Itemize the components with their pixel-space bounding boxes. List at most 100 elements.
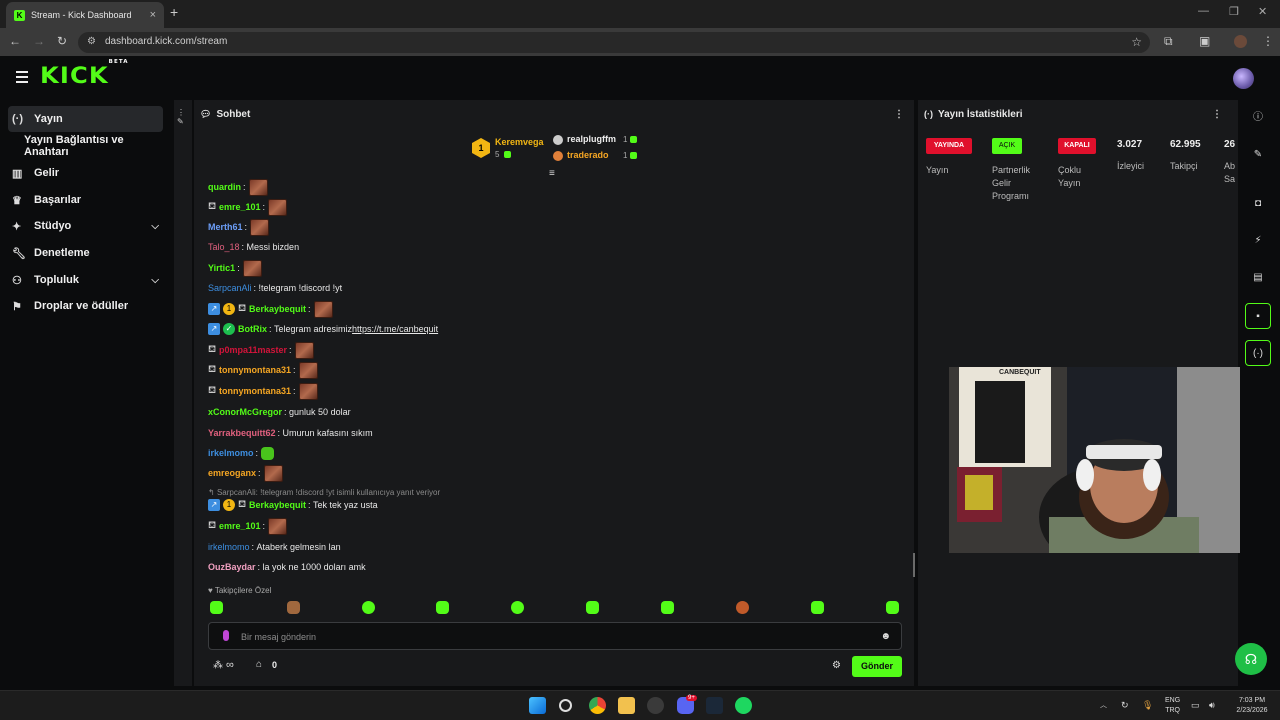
info-icon[interactable]: ⓘ <box>1245 105 1271 131</box>
edit-pencil-icon[interactable]: ✎ <box>1245 142 1271 168</box>
collapsed-panel-strip[interactable]: ⋮ ✎ <box>174 100 192 686</box>
quick-emote[interactable] <box>811 601 824 614</box>
bookmark-star-icon[interactable]: ☆ <box>1131 35 1142 49</box>
multistream-status-badge: KAPALI <box>1058 138 1096 154</box>
right-tool-rail: ⓘ ✎ ◘ ⚡︎ ▤ ▪ (·) <box>1241 100 1280 690</box>
rank-second-badge <box>553 135 563 145</box>
quick-emote-row <box>210 601 900 615</box>
obs-icon[interactable] <box>647 697 664 714</box>
emote-image <box>298 382 318 400</box>
stats-more-icon[interactable]: ⋮ <box>1212 109 1222 120</box>
quick-emote[interactable] <box>586 601 599 614</box>
emote-image <box>250 218 270 236</box>
stream-toggle-icon[interactable]: (·) <box>1245 340 1271 366</box>
side-panel-icon[interactable]: ▣ <box>1199 34 1210 48</box>
subscribers-label-1: Ab <box>1224 161 1236 171</box>
drop-badge-icon: ⛾ <box>208 385 217 396</box>
new-tab-icon[interactable]: + <box>170 4 178 20</box>
chat-settings-gear-icon[interactable]: ⚙ <box>832 660 841 671</box>
close-window-icon[interactable]: ✕ <box>1258 5 1267 18</box>
tray-overflow-icon[interactable]: ︿ <box>1100 701 1107 711</box>
notes-icon[interactable]: ▤ <box>1245 265 1271 291</box>
steam-icon[interactable] <box>706 697 723 714</box>
sidebar-item-yayin[interactable]: (·) Yayın <box>8 106 163 132</box>
quick-emote[interactable] <box>287 601 300 614</box>
broadcast-icon: (·) <box>12 113 23 125</box>
store-icon[interactable]: ⌂ <box>256 659 262 670</box>
sidebar-item-basarilar[interactable]: ♛ Başarılar <box>8 187 163 213</box>
sidebar-item-topluluk[interactable]: ⚇ Topluluk ⌵ <box>8 267 163 293</box>
volume-icon[interactable]: 🔊︎ <box>1209 700 1215 710</box>
leader-third-name[interactable]: traderado <box>567 150 609 160</box>
telegram-link[interactable]: https://t.me/canbequit <box>352 324 438 334</box>
chevron-down-icon: ⌵ <box>151 220 159 232</box>
chat-message: xConorMcGregor: gunluk 50 dolar <box>208 407 351 417</box>
studio-icon: ✦ <box>12 220 22 233</box>
quick-emote[interactable] <box>362 601 375 614</box>
network-icon[interactable]: ▭ <box>1191 700 1200 710</box>
chat-toggle-icon[interactable]: ▪ <box>1245 303 1271 329</box>
reload-icon[interactable]: ↻ <box>57 34 67 48</box>
panel-handle-icon[interactable]: ⋮ ✎ <box>177 108 192 126</box>
forward-icon[interactable]: → <box>33 34 45 48</box>
capture-icon[interactable]: ◘ <box>1245 191 1271 217</box>
maximize-icon[interactable]: ❐ <box>1229 5 1239 18</box>
followers-label: Takipçi <box>1170 161 1198 171</box>
back-icon[interactable]: ← <box>9 34 21 48</box>
file-explorer-icon[interactable] <box>618 697 635 714</box>
chat-scrollbar[interactable] <box>913 553 915 577</box>
chevron-down-icon: ⌵ <box>151 274 159 286</box>
address-bar[interactable]: ⚙ dashboard.kick.com/stream ☆ <box>78 32 1150 53</box>
close-tab-icon[interactable]: × <box>150 9 156 21</box>
gift-icon: ⚑ <box>12 300 22 313</box>
chat-more-icon[interactable]: ⋮ <box>894 109 904 120</box>
kick-logo[interactable]: KICKBETA <box>40 59 129 89</box>
hamburger-menu-icon[interactable] <box>16 71 28 86</box>
quick-emote[interactable] <box>511 601 524 614</box>
chat-message-input[interactable]: Bir mesaj gönderin ☻ <box>208 622 902 650</box>
browser-menu-icon[interactable]: ⋮ <box>1262 34 1274 48</box>
stats-title: Yayın İstatistikleri <box>938 108 1023 120</box>
drop-badge-icon: ⛾ <box>208 344 217 355</box>
profile-avatar-icon[interactable] <box>1234 35 1247 48</box>
chrome-icon[interactable] <box>589 697 606 714</box>
lightning-icon[interactable]: ⚡︎ <box>1245 228 1271 254</box>
sidebar-item-studyo[interactable]: ✦ Stüdyo ⌵ <box>8 213 163 239</box>
sidebar-item-gelir[interactable]: ▥ Gelir <box>8 160 163 186</box>
windows-start-icon[interactable] <box>529 697 546 714</box>
expand-leaderboard-icon[interactable]: ≡ <box>549 168 555 179</box>
rank-first-badge: 1 <box>472 138 490 158</box>
site-info-icon[interactable]: ⚙ <box>87 36 96 47</box>
browser-tab[interactable]: K Stream - Kick Dashboard × <box>6 2 164 28</box>
sidebar-item-stream-key[interactable]: Yayın Bağlantısı ve Anahtarı <box>8 133 163 159</box>
chat-message: Yirtic1: <box>208 258 262 278</box>
user-avatar[interactable] <box>1233 68 1254 89</box>
rank-third-badge <box>553 151 563 161</box>
quick-emote[interactable] <box>436 601 449 614</box>
emoji-picker-icon[interactable]: ☻ <box>880 631 891 642</box>
quick-emote[interactable] <box>210 601 223 614</box>
microphone-icon[interactable] <box>223 630 229 641</box>
extensions-icon[interactable]: ⧉ <box>1164 34 1173 49</box>
microphone-tray-icon[interactable]: 🎙︎ <box>1142 700 1153 710</box>
chat-message: irkelmomo: Ataberk gelmesin lan <box>208 542 341 552</box>
quick-emote[interactable] <box>661 601 674 614</box>
leader-second-name[interactable]: realplugffm <box>567 134 616 144</box>
sidebar-item-denetleme[interactable]: 🔧︎ Denetleme <box>8 240 163 266</box>
drop-badge-icon: ⛾ <box>208 201 217 212</box>
leader-first-name[interactable]: Keremvega <box>495 137 544 147</box>
search-icon[interactable] <box>559 699 572 712</box>
support-headset-button[interactable]: ☊ <box>1235 643 1267 675</box>
stats-header: (·) Yayın İstatistikleri ⋮ <box>918 100 1238 128</box>
sidebar-item-droplar[interactable]: ⚑ Droplar ve ödüller <box>8 293 163 319</box>
language-indicator[interactable]: ENG TRQ <box>1165 696 1180 716</box>
clock[interactable]: 7:03 PM 2/23/2026 <box>1230 696 1274 716</box>
tray-app-icon[interactable]: ↻ <box>1121 700 1129 710</box>
quick-emote[interactable] <box>736 601 749 614</box>
send-button[interactable]: Gönder <box>852 656 902 677</box>
minimize-icon[interactable]: — <box>1198 5 1209 17</box>
spotify-icon[interactable] <box>735 697 752 714</box>
windows-taskbar: 9+ ︿ ↻ 🎙︎ ENG TRQ ▭ 🔊︎ 7:03 PM 2/23/2026 <box>0 690 1280 720</box>
quick-emote[interactable] <box>886 601 899 614</box>
channel-points-icon[interactable]: ⁂ <box>213 660 223 671</box>
